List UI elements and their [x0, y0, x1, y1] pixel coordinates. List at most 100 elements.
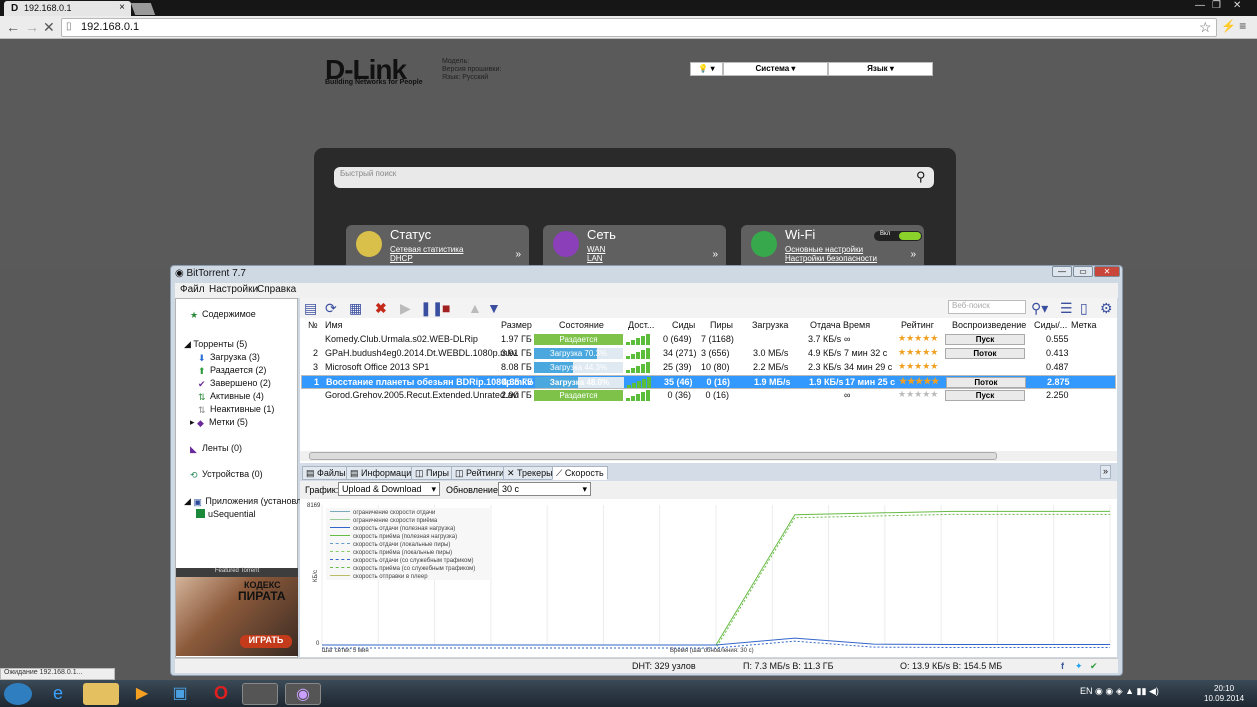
terminal-icon[interactable]: ▣	[162, 683, 198, 705]
clock[interactable]: 20:10 10.09.2014	[1204, 684, 1244, 704]
settings-gear-icon[interactable]: ⚙	[1100, 300, 1113, 317]
start-button[interactable]	[4, 683, 32, 705]
remote-icon[interactable]: ▯	[1080, 300, 1088, 317]
collapse-panel-icon[interactable]: »	[1100, 465, 1112, 479]
back-icon[interactable]: ←	[6, 19, 20, 35]
media-player-icon[interactable]: ▶	[124, 683, 160, 705]
language-menu[interactable]: Язык ▾	[828, 62, 933, 76]
col-avail[interactable]: Дост...	[628, 320, 654, 330]
col-peers[interactable]: Пиры	[710, 320, 733, 330]
sidebar-item-completed[interactable]: ✔ Завершено (2)	[198, 378, 271, 389]
tab-info[interactable]: ▤ Информация	[346, 466, 421, 480]
sidebar-item-usequential[interactable]: uSequential	[196, 509, 256, 519]
search-icon[interactable]: ⚲	[916, 169, 926, 185]
featured-play-button[interactable]: ИГРАТЬ	[240, 635, 292, 648]
row-play-button[interactable]: Пуск	[945, 334, 1025, 345]
address-bar[interactable]: ▯ 192.168.0.1	[61, 18, 1217, 37]
maximize-icon[interactable]: ❐	[1212, 0, 1221, 11]
sidebar-item-devices[interactable]: ⟲ Устройства (0)	[190, 469, 263, 480]
bookmark-star-icon[interactable]: ☆	[1199, 19, 1212, 36]
close-tab-icon[interactable]: ×	[119, 2, 125, 13]
sidebar-item-content[interactable]: ★ Содержимое	[190, 309, 256, 320]
col-time[interactable]: Время	[843, 320, 870, 330]
sidebar-item-labels[interactable]: ▸ ◆ Метки (5)	[190, 417, 248, 428]
col-name[interactable]: Имя	[325, 320, 343, 330]
explorer-icon[interactable]	[83, 683, 119, 705]
bt-minimize-icon[interactable]: —	[1052, 266, 1072, 277]
close-window-icon[interactable]: ✕	[1233, 0, 1241, 11]
tab-trackers[interactable]: ✕ Трекеры	[503, 466, 557, 480]
list-view-icon[interactable]: ☰	[1060, 300, 1073, 317]
ie-icon[interactable]: e	[40, 683, 76, 705]
remove-icon[interactable]: ✖	[375, 300, 387, 317]
reload-icon[interactable]: ✕	[43, 19, 55, 36]
system-menu[interactable]: Система ▾	[723, 62, 828, 76]
col-seeds[interactable]: Сиды	[672, 320, 695, 330]
create-torrent-icon[interactable]: ▦	[349, 300, 362, 317]
tab-files[interactable]: ▤ Файлы	[302, 466, 350, 480]
row-rating[interactable]: ★★★★★	[898, 389, 938, 400]
bt-close-icon[interactable]: ✕	[1094, 266, 1120, 277]
tips-dropdown[interactable]: 💡 ▾	[690, 62, 723, 76]
col-num[interactable]: №	[308, 320, 318, 330]
tab-speed[interactable]: ⟋ Скорость	[552, 466, 608, 480]
torrent-row[interactable]: 2 GPaH.budush4eg0.2014.Dt.WEBDL.1080p.mkv…	[301, 347, 1116, 361]
menu-settings[interactable]: Настройки	[209, 284, 258, 295]
twitter-icon[interactable]: ✦	[1075, 661, 1083, 672]
new-tab-button[interactable]	[130, 3, 156, 15]
bittorrent-taskbar-icon[interactable]: ◉	[285, 683, 321, 705]
bt-maximize-icon[interactable]: ▭	[1073, 266, 1093, 277]
stop-icon[interactable]: ■	[442, 300, 450, 316]
chrome-icon[interactable]	[242, 683, 278, 705]
col-down[interactable]: Загрузка	[752, 320, 788, 330]
col-playback[interactable]: Воспроизведение	[952, 320, 1026, 330]
col-ratio[interactable]: Сиды/...	[1034, 320, 1067, 330]
add-url-icon[interactable]: ⟳	[325, 300, 337, 317]
col-rating[interactable]: Рейтинг	[901, 320, 934, 330]
sidebar-item-torrents[interactable]: ◢ Торренты (5)	[184, 339, 247, 350]
move-down-icon[interactable]: ▼	[487, 300, 501, 316]
col-size[interactable]: Размер	[501, 320, 532, 330]
torrent-row[interactable]: 1 Восстание планеты обезьян BDRip.1080p.m…	[301, 375, 1116, 389]
torrent-row[interactable]: 3 Microsoft Office 2013 SP1 8.08 ГБ Загрузк…	[301, 361, 1116, 375]
tile-network[interactable]: Сеть WAN LAN»	[543, 225, 726, 270]
facebook-icon[interactable]: f	[1061, 661, 1064, 671]
sidebar-item-inactive[interactable]: ⇅ Неактивные (1)	[198, 404, 274, 415]
update-select[interactable]: 30 с ▾	[498, 482, 591, 496]
tab-peers[interactable]: ◫ Пиры	[411, 466, 453, 480]
scrollbar-thumb[interactable]	[309, 452, 997, 460]
menu-file[interactable]: Файл	[180, 284, 205, 295]
sidebar-item-active[interactable]: ⇅ Активные (4)	[198, 391, 264, 402]
wifi-toggle[interactable]: Вкл	[874, 231, 922, 241]
torrent-row[interactable]: Komedy.Club.Urmala.s02.WEB-DLRip 1.97 ГБ Р…	[301, 333, 1116, 347]
search-icon[interactable]: ⚲▾	[1031, 300, 1048, 317]
tile-status[interactable]: Статус Сетевая статистика DHCP»	[346, 225, 529, 270]
col-state[interactable]: Состояние	[559, 320, 604, 330]
col-label[interactable]: Метка	[1071, 320, 1097, 330]
row-play-button[interactable]: Поток	[946, 377, 1026, 388]
forward-icon[interactable]: →	[25, 19, 39, 35]
chrome-menu-icon[interactable]: ⚡ ≡	[1221, 19, 1246, 33]
sidebar-item-feeds[interactable]: ◣ Ленты (0)	[190, 443, 242, 454]
row-rating[interactable]: ★★★★★	[898, 347, 938, 358]
move-up-icon[interactable]: ▲	[468, 300, 482, 316]
sidebar-item-downloading[interactable]: ⬇ Загрузка (3)	[198, 352, 260, 363]
torrent-row[interactable]: Gorod.Grehov.2005.Recut.Extended.Unrated…	[301, 389, 1116, 403]
opera-icon[interactable]: O	[203, 683, 239, 705]
sidebar-item-apps[interactable]: ◢ ▣ Приложения (установлен	[184, 496, 311, 507]
row-play-button[interactable]: Поток	[945, 348, 1025, 359]
minimize-icon[interactable]: —	[1195, 0, 1205, 11]
add-torrent-icon[interactable]: ▤	[304, 300, 317, 317]
row-play-button[interactable]: Пуск	[945, 390, 1025, 401]
pause-icon[interactable]: ❚❚	[420, 300, 443, 317]
web-search-input[interactable]: Веб-поиск	[948, 300, 1026, 314]
browser-tab[interactable]: D 192.168.0.1 ×	[4, 1, 131, 16]
row-rating[interactable]: ★★★★★	[898, 361, 938, 372]
menu-help[interactable]: Справка	[257, 284, 296, 295]
tab-ratings[interactable]: ◫ Рейтинги	[451, 466, 509, 480]
row-rating[interactable]: ★★★★★	[898, 333, 938, 344]
start-icon[interactable]: ▶	[400, 300, 411, 317]
col-up[interactable]: Отдача	[810, 320, 841, 330]
graph-select[interactable]: Upload & Download ▾	[338, 482, 440, 496]
row-rating[interactable]: ★★★★★	[899, 376, 939, 387]
